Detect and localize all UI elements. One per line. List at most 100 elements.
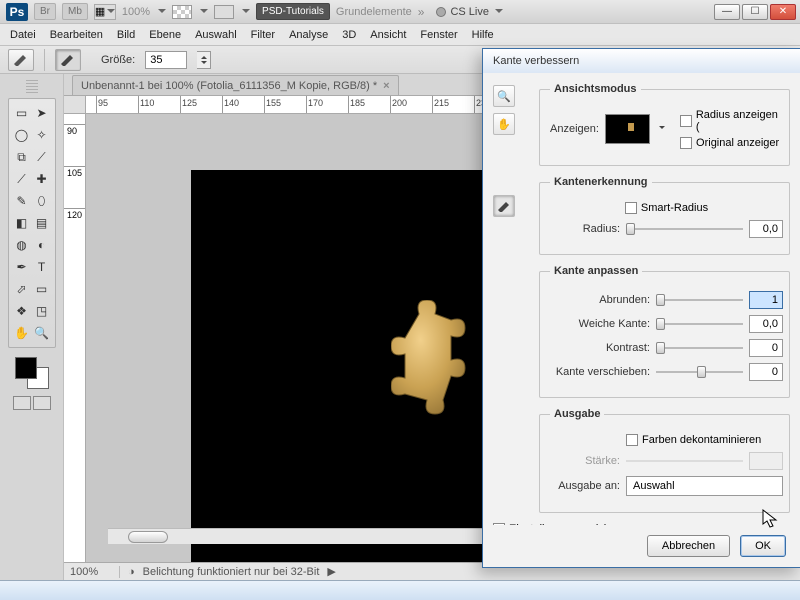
- brush-tool[interactable]: ✎: [12, 190, 32, 212]
- menu-filter[interactable]: Filter: [251, 29, 275, 41]
- menu-select[interactable]: Auswahl: [195, 29, 237, 41]
- menu-3d[interactable]: 3D: [342, 29, 356, 41]
- smooth-slider[interactable]: [656, 293, 743, 307]
- lasso-tool[interactable]: ◯: [12, 124, 32, 146]
- workspace-psd-tutorials[interactable]: PSD-Tutorials: [256, 3, 330, 20]
- status-play-icon[interactable]: ▶: [327, 565, 335, 578]
- smart-radius-checkbox[interactable]: Smart-Radius: [625, 202, 708, 214]
- current-tool-preset[interactable]: [8, 49, 34, 71]
- arrow-tool[interactable]: ➤: [32, 102, 52, 124]
- feather-value[interactable]: 0,0: [749, 315, 783, 333]
- brush-icon: [60, 54, 76, 66]
- cslive-status-icon: [436, 7, 446, 17]
- dialog-titlebar[interactable]: Kante verbessern: [483, 49, 800, 73]
- type-tool[interactable]: T: [32, 256, 52, 278]
- workspace-more[interactable]: »: [418, 5, 425, 19]
- group-edge-detection: Kantenerkennung Smart-Radius Radius: 0,0: [539, 176, 790, 255]
- quick-mask-toggle[interactable]: [13, 396, 51, 410]
- close-icon[interactable]: ×: [383, 80, 389, 92]
- move-tool[interactable]: ▭: [12, 102, 32, 124]
- zoom-readout[interactable]: 100%: [122, 6, 150, 18]
- screen-mode-picker[interactable]: ▦: [94, 4, 116, 20]
- arrange-documents[interactable]: [172, 5, 192, 19]
- menu-analysis[interactable]: Analyse: [289, 29, 328, 41]
- foreground-color-swatch[interactable]: [15, 357, 37, 379]
- view-mode-thumbnail[interactable]: [605, 114, 650, 144]
- close-button[interactable]: ✕: [770, 4, 796, 20]
- photoshop-logo-icon: Ps: [6, 3, 28, 21]
- cs-live[interactable]: CS Live: [436, 6, 503, 18]
- menu-layer[interactable]: Ebene: [149, 29, 181, 41]
- zoom-tool[interactable]: 🔍: [32, 322, 52, 344]
- toolbox: ▭ ➤ ◯ ✧ ⧉ ⟋ ⟋ ✚ ✎ ⬯ ◧ ▤ ◍ ◐ ✒ T ⬀ ▭ ❖ ◳ …: [8, 98, 56, 348]
- show-original-checkbox[interactable]: Original anzeiger: [680, 137, 783, 149]
- minibridge-shortcut[interactable]: Mb: [62, 3, 88, 20]
- dialog-button-row: Abbrechen OK: [483, 525, 800, 567]
- smooth-value[interactable]: 1: [749, 291, 783, 309]
- puzzle-piece-shape: [391, 300, 471, 420]
- magic-wand-tool[interactable]: ✧: [32, 124, 52, 146]
- menu-file[interactable]: Datei: [10, 29, 36, 41]
- ok-button[interactable]: OK: [740, 535, 786, 557]
- contrast-label: Kontrast:: [550, 342, 650, 354]
- chevron-down-icon: [201, 61, 207, 67]
- eyedropper-tool[interactable]: ⟋: [12, 168, 32, 190]
- pen-tool[interactable]: ✒: [12, 256, 32, 278]
- feather-slider[interactable]: [656, 317, 743, 331]
- hand-tool-dialog[interactable]: ✋: [493, 113, 515, 135]
- gradient-tool[interactable]: ▤: [32, 212, 52, 234]
- chevron-down-icon[interactable]: [656, 123, 668, 135]
- dodge-tool[interactable]: ◐: [32, 234, 52, 256]
- menu-view[interactable]: Ansicht: [370, 29, 406, 41]
- menu-window[interactable]: Fenster: [420, 29, 457, 41]
- 3d-camera-tool[interactable]: ◳: [32, 300, 52, 322]
- menu-edit[interactable]: Bearbeiten: [50, 29, 103, 41]
- path-select-tool[interactable]: ⬀: [12, 278, 32, 300]
- color-swatches[interactable]: [12, 354, 52, 392]
- shape-tool[interactable]: ▭: [32, 278, 52, 300]
- show-radius-checkbox[interactable]: Radius anzeigen (: [680, 109, 783, 133]
- ruler-origin[interactable]: [64, 96, 86, 114]
- scrollbar-thumb[interactable]: [128, 531, 168, 543]
- minimize-button[interactable]: —: [714, 4, 740, 20]
- menu-help[interactable]: Hilfe: [472, 29, 494, 41]
- heal-tool[interactable]: ✚: [32, 168, 52, 190]
- decontaminate-checkbox[interactable]: Farben dekontaminieren: [626, 434, 761, 446]
- brush-size-stepper[interactable]: [197, 51, 211, 69]
- panel-grip-icon[interactable]: [26, 80, 38, 94]
- shift-edge-value[interactable]: 0: [749, 363, 783, 381]
- brush-icon: [497, 200, 511, 212]
- workspace-basics[interactable]: Grundelemente: [336, 6, 412, 18]
- stamp-tool[interactable]: ⬯: [32, 190, 52, 212]
- status-zoom[interactable]: 100%: [70, 566, 120, 578]
- hand-tool[interactable]: ✋: [12, 322, 32, 344]
- refine-radius-tool[interactable]: [493, 195, 515, 217]
- menu-image[interactable]: Bild: [117, 29, 135, 41]
- maximize-button[interactable]: ☐: [742, 4, 768, 20]
- contrast-slider[interactable]: [656, 341, 743, 355]
- feather-label: Weiche Kante:: [550, 318, 650, 330]
- view-show-label: Anzeigen:: [550, 123, 599, 135]
- vertical-ruler[interactable]: 90105120: [64, 114, 86, 562]
- remember-settings-label: Einstellungen speichern: [509, 523, 626, 525]
- slice-tool[interactable]: ⟋: [32, 146, 52, 168]
- contrast-value[interactable]: 0: [749, 339, 783, 357]
- remember-settings-checkbox[interactable]: Einstellungen speichern: [493, 523, 626, 525]
- status-text: Belichtung funktioniert nur bei 32-Bit: [143, 566, 320, 578]
- shift-edge-slider[interactable]: [656, 365, 743, 379]
- document-tab[interactable]: Unbenannt-1 bei 100% (Fotolia_6111356_M …: [72, 75, 399, 95]
- eraser-tool[interactable]: ◧: [12, 212, 32, 234]
- radius-value[interactable]: 0,0: [749, 220, 783, 238]
- bridge-shortcut[interactable]: Br: [34, 3, 56, 20]
- cancel-button[interactable]: Abbrechen: [647, 535, 730, 557]
- blur-tool[interactable]: ◍: [12, 234, 32, 256]
- radius-slider[interactable]: [626, 222, 743, 236]
- brush-thumbnail[interactable]: [55, 49, 81, 71]
- output-to-select[interactable]: Auswahl: [626, 476, 783, 496]
- brush-size-input[interactable]: [145, 51, 187, 69]
- zoom-tool-dialog[interactable]: 🔍: [493, 85, 515, 107]
- crop-tool[interactable]: ⧉: [12, 146, 32, 168]
- 3d-tool[interactable]: ❖: [12, 300, 32, 322]
- group-view-mode: Ansichtsmodus Anzeigen: Radius anzeigen …: [539, 83, 790, 166]
- screen-mode[interactable]: [214, 5, 234, 19]
